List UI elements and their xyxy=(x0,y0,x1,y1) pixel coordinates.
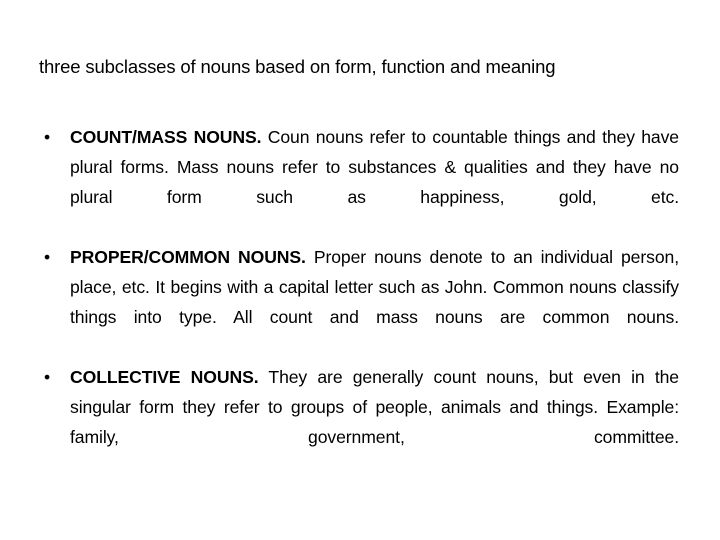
slide-canvas: three subclasses of nouns based on form,… xyxy=(0,0,720,540)
bullet-point-icon: • xyxy=(44,127,51,147)
bullet-label: COLLECTIVE NOUNS. xyxy=(70,367,259,387)
bullet-label: COUNT/MASS NOUNS. xyxy=(70,127,262,147)
list-item: • COLLECTIVE NOUNS. They are generally co… xyxy=(39,362,679,482)
bullet-list: • COUNT/MASS NOUNS. Coun nouns refer to c… xyxy=(39,122,679,482)
list-item: • PROPER/COMMON NOUNS. Proper nouns denot… xyxy=(39,242,679,362)
list-item: • COUNT/MASS NOUNS. Coun nouns refer to c… xyxy=(39,122,679,242)
bullet-label: PROPER/COMMON NOUNS. xyxy=(70,247,306,267)
page-title: three subclasses of nouns based on form,… xyxy=(39,56,556,77)
bullet-point-icon: • xyxy=(44,367,51,387)
bullet-point-icon: • xyxy=(44,247,51,267)
